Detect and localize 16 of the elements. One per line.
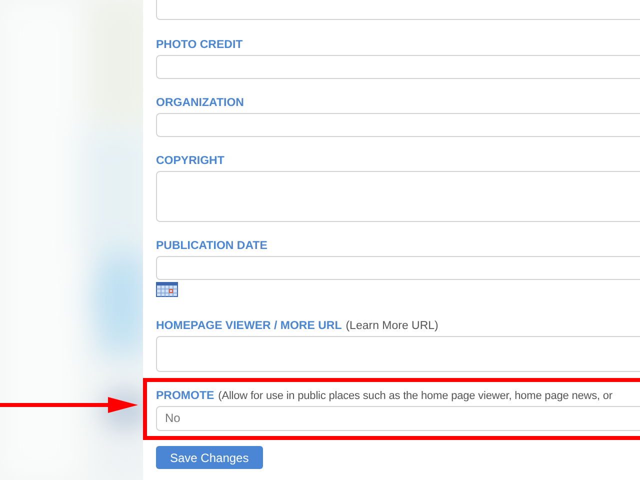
input-field[interactable] bbox=[156, 256, 640, 280]
field-label: HOMEPAGE VIEWER / MORE URL bbox=[156, 320, 342, 332]
text-area[interactable] bbox=[156, 171, 640, 222]
field-label: PROMOTE bbox=[156, 390, 214, 402]
field-label: PHOTO CREDIT bbox=[156, 39, 243, 51]
field-label: ORGANIZATION bbox=[156, 97, 244, 109]
input-field[interactable] bbox=[156, 113, 640, 137]
input-field[interactable] bbox=[156, 55, 640, 79]
calendar-icon[interactable] bbox=[156, 282, 178, 297]
field-note: (Allow for use in public places such as the home page viewer, home page news, or bbox=[218, 390, 612, 402]
select-field[interactable]: No bbox=[156, 406, 640, 431]
save-button[interactable]: Save Changes bbox=[156, 446, 263, 469]
field-label: PUBLICATION DATE bbox=[156, 240, 268, 252]
field-label: COPYRIGHT bbox=[156, 155, 224, 167]
input-field[interactable] bbox=[156, 336, 640, 372]
field-note: (Learn More URL) bbox=[346, 320, 438, 332]
